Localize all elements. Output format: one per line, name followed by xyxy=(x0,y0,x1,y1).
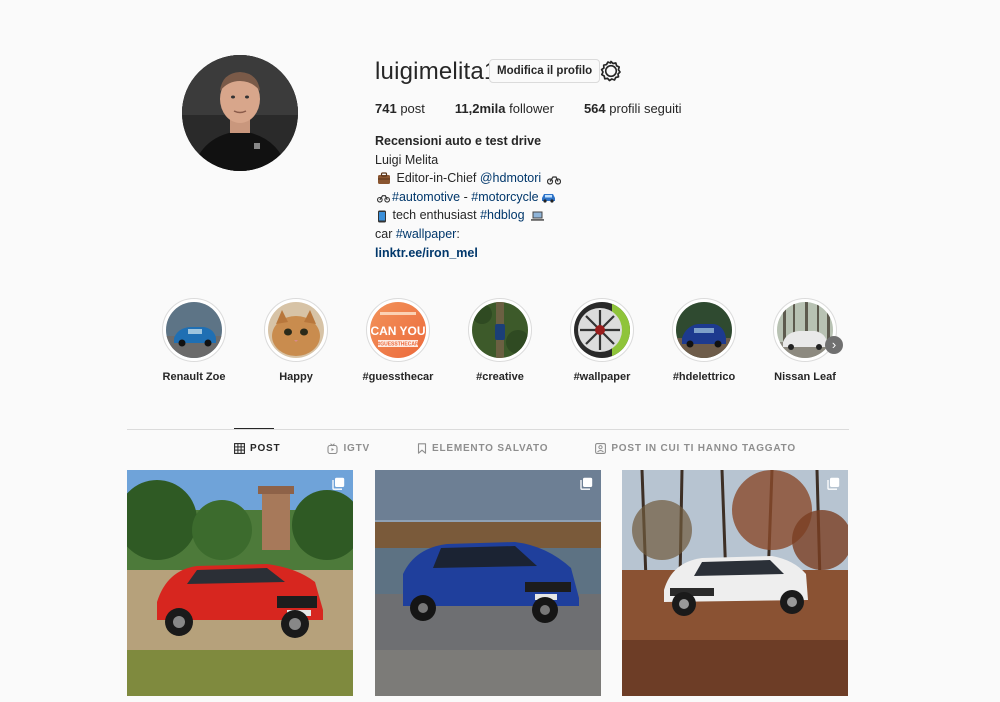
car-emoji-icon xyxy=(541,194,555,204)
highlight-thumbnail xyxy=(472,302,528,358)
profile-stats: 741 post 11,2mila follower 564 profili s… xyxy=(375,101,712,116)
posts-count: 741 post xyxy=(375,101,425,116)
tab-igtv[interactable]: IGTV xyxy=(327,443,370,454)
highlight-ring xyxy=(570,298,634,362)
bio-editor-text: Editor-in-Chief xyxy=(396,171,477,186)
bio-line-tech: tech enthusiast #hdblog xyxy=(375,206,563,225)
igtv-icon xyxy=(327,443,338,454)
following-count[interactable]: 564 profili seguiti xyxy=(584,101,682,116)
tab-tagged[interactable]: POST IN CUI TI HANNO TAGGATO xyxy=(595,443,796,454)
briefcase-emoji-icon xyxy=(378,172,390,185)
profile-bio: Recensioni auto e test drive Luigi Melit… xyxy=(375,132,563,262)
highlight-creative[interactable]: #creative xyxy=(457,298,543,383)
post-thumbnail-red-suv[interactable] xyxy=(127,470,353,696)
highlight-ring xyxy=(773,298,837,362)
tabs-divider xyxy=(127,429,849,430)
bio-title: Recensioni auto e test drive xyxy=(375,134,542,148)
highlight-thumbnail xyxy=(268,302,324,358)
profile-avatar[interactable] xyxy=(182,55,298,171)
multiple-photos-icon xyxy=(580,477,593,490)
highlight-label: Renault Zoe xyxy=(162,371,226,383)
highlight-image-title: CAN YOU xyxy=(370,324,425,338)
multiple-photos-icon xyxy=(827,477,840,490)
highlight-label: #guessthecar xyxy=(362,371,434,383)
highlight-image-subtitle: #GUESSTHECAR xyxy=(377,342,419,348)
bio-tech-text: tech enthusiast xyxy=(392,208,477,223)
bio-hashtag-hdblog[interactable]: #hdblog xyxy=(480,208,525,222)
tab-label: ELEMENTO SALVATO xyxy=(431,443,549,454)
settings-gear-icon[interactable] xyxy=(600,60,622,82)
bio-hashtag-automotive[interactable]: #automotive xyxy=(392,190,460,204)
highlight-hdelettrico[interactable]: #hdelettrico xyxy=(661,298,747,383)
story-highlights: Renault Zoe Happy CAN YOU #GUESSTHECAR #… xyxy=(150,298,850,398)
highlight-renault-zoe[interactable]: Renault Zoe xyxy=(151,298,237,383)
bio-mention-hdmotori[interactable]: @hdmotori xyxy=(480,171,541,185)
laptop-emoji-icon xyxy=(531,211,545,221)
highlight-thumbnail xyxy=(574,302,630,358)
profile-username: luigimelita1 xyxy=(375,58,498,85)
bio-hashtag-wallpaper[interactable]: #wallpaper xyxy=(396,227,456,241)
followers-count-label: follower xyxy=(509,101,554,116)
followers-count[interactable]: 11,2mila follower xyxy=(455,101,554,116)
highlight-label: Nissan Leaf xyxy=(774,371,836,383)
followers-count-value: 11,2mila xyxy=(454,101,506,116)
highlight-thumbnail xyxy=(777,302,833,358)
post-thumbnail-blue-hatchback[interactable] xyxy=(375,470,601,696)
highlight-thumbnail xyxy=(166,302,222,358)
highlight-ring: CAN YOU #GUESSTHECAR xyxy=(366,298,430,362)
phone-emoji-icon xyxy=(378,210,386,223)
bio-wallpaper-suffix: : xyxy=(456,226,460,241)
highlight-label: #hdelettrico xyxy=(672,371,736,383)
following-count-value: 564 xyxy=(583,101,606,116)
highlight-ring xyxy=(264,298,328,362)
highlight-label: #wallpaper xyxy=(573,371,631,383)
highlight-ring xyxy=(162,298,226,362)
profile-page: luigimelita1 Modifica il profilo 741 pos… xyxy=(0,0,1000,702)
posts-count-value: 741 xyxy=(375,101,397,116)
highlights-next-chevron-icon[interactable]: › xyxy=(825,336,843,354)
bio-line-editor: Editor-in-Chief @hdmotori xyxy=(375,169,563,188)
highlight-guessthecar[interactable]: CAN YOU #GUESSTHECAR #guessthecar xyxy=(355,298,441,383)
following-count-label: profili seguiti xyxy=(609,101,682,116)
tab-post[interactable]: POST xyxy=(234,443,280,454)
highlight-ring xyxy=(672,298,736,362)
posts-count-label: post xyxy=(400,101,425,116)
profile-tabs: POST IGTV ELEMENTO SALVATO POST IN CUI T… xyxy=(234,443,843,454)
bookmark-icon xyxy=(417,443,427,454)
highlight-label: Happy xyxy=(279,371,313,383)
bio-website-link[interactable]: linktr.ee/iron_mel xyxy=(375,244,563,263)
post-thumbnail-white-suv[interactable] xyxy=(622,470,848,696)
highlight-label: #creative xyxy=(476,371,524,383)
highlight-wallpaper[interactable]: #wallpaper xyxy=(559,298,645,383)
tab-label: POST xyxy=(250,443,281,454)
bio-hashtag-motorcycle[interactable]: #motorcycle xyxy=(471,190,538,204)
tab-label: POST IN CUI TI HANNO TAGGATO xyxy=(611,443,796,454)
bio-line-automotive: #automotive - #motorcycle xyxy=(375,188,563,207)
motorcycle-emoji-icon xyxy=(546,176,561,185)
bio-car-text: car xyxy=(375,226,393,241)
active-tab-indicator xyxy=(234,428,274,429)
highlight-thumbnail xyxy=(676,302,732,358)
edit-profile-button[interactable]: Modifica il profilo xyxy=(489,59,601,83)
highlight-ring xyxy=(468,298,532,362)
bio-full-name: Luigi Melita xyxy=(375,152,439,167)
multiple-photos-icon xyxy=(332,477,345,490)
motorcycle-emoji-icon xyxy=(377,195,390,203)
highlight-thumbnail: CAN YOU #GUESSTHECAR xyxy=(370,302,426,358)
highlight-happy[interactable]: Happy xyxy=(253,298,339,383)
tab-saved[interactable]: ELEMENTO SALVATO xyxy=(417,443,548,454)
bio-separator: - xyxy=(463,189,468,204)
tagged-icon xyxy=(595,443,607,454)
tab-label: IGTV xyxy=(343,443,370,454)
grid-icon xyxy=(234,443,245,454)
bio-line-wallpaper: car #wallpaper: xyxy=(375,225,563,244)
